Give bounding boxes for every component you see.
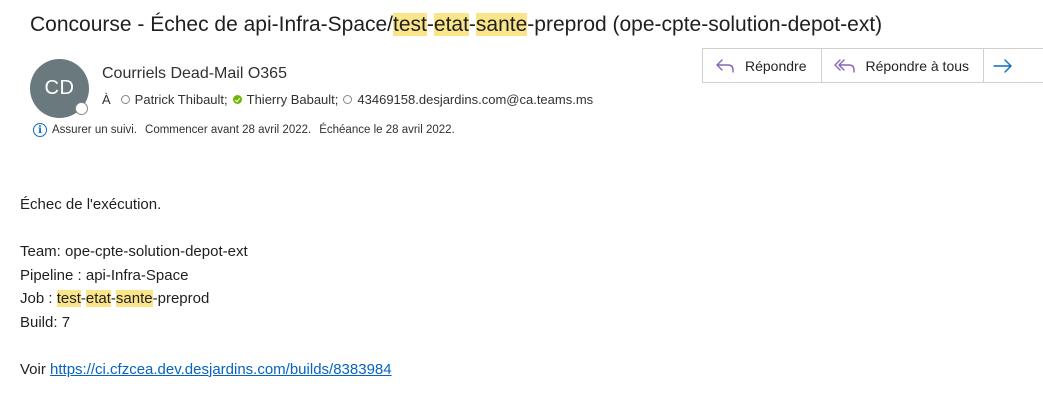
followup-start-text: Commencer avant 28 avril 2022. bbox=[145, 124, 312, 136]
presence-unknown-icon bbox=[343, 95, 353, 104]
info-icon: i bbox=[33, 123, 47, 137]
recipients-line: À Patrick Thibault; Thierry Babault; 434… bbox=[102, 92, 593, 107]
reply-button[interactable]: Répondre bbox=[703, 49, 822, 82]
reply-all-label: Répondre à tous bbox=[865, 57, 970, 74]
see-label: Voir bbox=[20, 360, 51, 378]
message-body: Échec de l'exécution. Team: ope-cpte-sol… bbox=[20, 193, 392, 381]
subject-dash: - bbox=[468, 13, 476, 36]
recipient-name[interactable]: Patrick Thibault; bbox=[135, 92, 228, 107]
followup-info-bar: i Assurer un suivi. Commencer avant 28 a… bbox=[33, 123, 455, 137]
subject-highlight-test: test bbox=[393, 13, 427, 36]
to-label: À bbox=[102, 92, 111, 107]
forward-button[interactable] bbox=[984, 49, 1043, 82]
avatar-initials: CD bbox=[44, 77, 75, 99]
followup-due-text: Échéance le 28 avril 2022. bbox=[319, 124, 455, 136]
build-link[interactable]: https://ci.cfzcea.dev.desjardins.com/bui… bbox=[50, 361, 392, 378]
recipient-name[interactable]: Thierry Babault; bbox=[247, 92, 339, 107]
presence-status-icon bbox=[75, 102, 88, 115]
body-line-team: Team: ope-cpte-solution-depot-ext bbox=[20, 243, 248, 260]
subject-highlight-etat: etat bbox=[433, 13, 469, 36]
job-highlight-sante: sante bbox=[115, 290, 153, 307]
body-line-link: Voir https://ci.cfzcea.dev.desjardins.co… bbox=[20, 358, 392, 382]
subject-prefix: Concourse - Échec de api-Infra-Space/ bbox=[30, 13, 394, 36]
forward-icon bbox=[993, 58, 1012, 73]
sender-name[interactable]: Courriels Dead-Mail O365 bbox=[102, 65, 287, 83]
followup-flag-text: Assurer un suivi. bbox=[52, 124, 138, 136]
reply-label: Répondre bbox=[745, 57, 807, 74]
body-line-status: Échec de l'exécution. bbox=[20, 196, 162, 213]
job-highlight-etat: etat bbox=[85, 290, 111, 307]
job-highlight-test: test bbox=[56, 290, 81, 307]
body-line-pipeline: Pipeline : api-Infra-Space bbox=[20, 266, 189, 284]
reply-icon bbox=[716, 58, 734, 73]
job-prefix: Job : bbox=[20, 290, 57, 307]
reply-actions-toolbar: Répondre Répondre à tous bbox=[702, 48, 1043, 83]
reply-all-button[interactable]: Répondre à tous bbox=[822, 49, 985, 82]
subject-highlight-sante: sante bbox=[475, 13, 528, 36]
job-suffix: -preprod bbox=[152, 290, 210, 307]
email-subject: Concourse - Échec de api-Infra-Space/tes… bbox=[30, 11, 882, 39]
body-line-job: Job : test-etat-sante-preprod bbox=[20, 287, 392, 311]
presence-unknown-icon bbox=[120, 95, 130, 104]
subject-dash: - bbox=[426, 13, 434, 36]
recipient-name[interactable]: 43469158.desjardins.com@ca.teams.ms bbox=[357, 92, 593, 107]
reply-all-icon bbox=[833, 58, 855, 73]
body-line-build: Build: 7 bbox=[20, 313, 71, 331]
subject-suffix: -preprod (ope-cpte-solution-depot-ext) bbox=[527, 13, 883, 36]
presence-available-icon bbox=[232, 95, 242, 104]
